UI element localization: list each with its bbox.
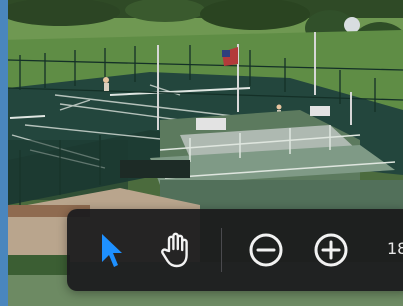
select-tool-button[interactable] xyxy=(89,228,133,272)
hand-icon xyxy=(161,232,188,268)
zoom-out-icon xyxy=(249,233,283,267)
zoom-level-label: 18 xyxy=(387,239,403,258)
zoom-in-icon xyxy=(314,233,348,267)
zoom-out-button[interactable] xyxy=(244,228,288,272)
image-viewer: 18 xyxy=(0,0,403,306)
pointer-arrow-icon xyxy=(102,234,122,267)
pan-tool-button[interactable] xyxy=(153,228,197,272)
viewer-toolbar: 18 xyxy=(67,209,403,291)
zoom-in-button[interactable] xyxy=(309,228,353,272)
toolbar-separator xyxy=(221,228,222,272)
